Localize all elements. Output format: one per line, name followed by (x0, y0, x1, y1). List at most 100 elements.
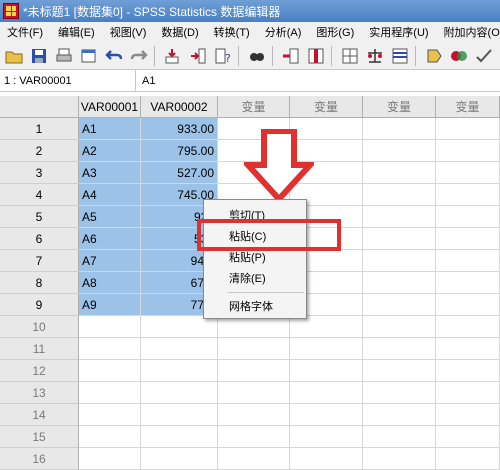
cell-var00002[interactable]: 527.00 (141, 162, 218, 184)
row-header[interactable]: 8 (0, 272, 79, 294)
empty-cell[interactable] (218, 338, 290, 360)
empty-cell[interactable] (290, 360, 363, 382)
column-header-variable[interactable]: 变量 (436, 96, 500, 118)
empty-cell[interactable] (141, 360, 218, 382)
goto-case-icon[interactable] (162, 45, 184, 67)
row-header[interactable]: 10 (0, 316, 79, 338)
row-header[interactable]: 5 (0, 206, 79, 228)
redo-icon[interactable] (128, 45, 150, 67)
cell-var00002[interactable]: 795.00 (141, 140, 218, 162)
empty-cell[interactable] (436, 404, 500, 426)
empty-cell[interactable] (363, 184, 436, 206)
empty-cell[interactable] (141, 404, 218, 426)
empty-cell[interactable] (436, 294, 500, 316)
row-header[interactable]: 4 (0, 184, 79, 206)
empty-cell[interactable] (436, 140, 500, 162)
empty-cell[interactable] (141, 316, 218, 338)
context-menu-grid-font[interactable]: 网格字体 (204, 296, 306, 316)
row-header[interactable]: 15 (0, 426, 79, 448)
empty-cell[interactable] (79, 360, 141, 382)
empty-cell[interactable] (290, 426, 363, 448)
empty-cell[interactable] (79, 404, 141, 426)
row-header[interactable]: 6 (0, 228, 79, 250)
empty-cell[interactable] (363, 448, 436, 470)
column-header-var00001[interactable]: VAR00001 (79, 96, 141, 118)
use-sets-icon[interactable] (448, 45, 470, 67)
row-header[interactable]: 16 (0, 448, 79, 470)
empty-cell[interactable] (141, 426, 218, 448)
row-header[interactable]: 3 (0, 162, 79, 184)
empty-cell[interactable] (79, 338, 141, 360)
empty-cell[interactable] (436, 316, 500, 338)
empty-cell[interactable] (363, 228, 436, 250)
empty-cell[interactable] (363, 426, 436, 448)
empty-cell[interactable] (436, 228, 500, 250)
insert-variable-icon[interactable] (305, 45, 327, 67)
empty-cell[interactable] (436, 118, 500, 140)
row-header[interactable]: 2 (0, 140, 79, 162)
weight-cases-icon[interactable] (364, 45, 386, 67)
empty-cell[interactable] (436, 360, 500, 382)
recall-dialog-icon[interactable] (78, 45, 100, 67)
row-header[interactable]: 12 (0, 360, 79, 382)
cell-var00001[interactable]: A1 (79, 118, 141, 140)
menu-utilities[interactable]: 实用程序(U) (362, 24, 436, 40)
empty-cell[interactable] (290, 404, 363, 426)
row-header[interactable]: 14 (0, 404, 79, 426)
empty-cell[interactable] (79, 316, 141, 338)
column-header-variable[interactable]: 变量 (218, 96, 290, 118)
column-header-var00002[interactable]: VAR00002 (141, 96, 218, 118)
open-icon[interactable] (3, 45, 25, 67)
select-cases-icon[interactable] (389, 45, 411, 67)
empty-cell[interactable] (141, 382, 218, 404)
menu-edit[interactable]: 编辑(E) (51, 24, 103, 40)
row-header[interactable]: 11 (0, 338, 79, 360)
cell-var00001[interactable]: A9 (79, 294, 141, 316)
empty-cell[interactable] (79, 426, 141, 448)
value-labels-icon[interactable] (423, 45, 445, 67)
column-header-variable[interactable]: 变量 (363, 96, 436, 118)
empty-cell[interactable] (218, 316, 290, 338)
empty-cell[interactable] (363, 338, 436, 360)
empty-cell[interactable] (436, 426, 500, 448)
empty-cell[interactable] (363, 140, 436, 162)
empty-cell[interactable] (436, 250, 500, 272)
empty-cell[interactable] (363, 250, 436, 272)
empty-cell[interactable] (290, 338, 363, 360)
print-icon[interactable] (53, 45, 75, 67)
empty-cell[interactable] (363, 272, 436, 294)
empty-cell[interactable] (436, 272, 500, 294)
cell-var00001[interactable]: A8 (79, 272, 141, 294)
empty-cell[interactable] (436, 338, 500, 360)
empty-cell[interactable] (436, 382, 500, 404)
save-icon[interactable] (28, 45, 50, 67)
row-header[interactable]: 1 (0, 118, 79, 140)
empty-cell[interactable] (218, 448, 290, 470)
empty-cell[interactable] (436, 184, 500, 206)
menu-transform[interactable]: 转换(T) (207, 24, 258, 40)
empty-cell[interactable] (218, 426, 290, 448)
split-file-icon[interactable] (339, 45, 361, 67)
empty-cell[interactable] (290, 316, 363, 338)
empty-cell[interactable] (79, 382, 141, 404)
empty-cell[interactable] (290, 382, 363, 404)
menu-graphs[interactable]: 图形(G) (309, 24, 362, 40)
row-header[interactable]: 7 (0, 250, 79, 272)
cell-var00001[interactable]: A5 (79, 206, 141, 228)
empty-cell[interactable] (436, 206, 500, 228)
menu-view[interactable]: 视图(V) (103, 24, 155, 40)
cell-var00002[interactable]: 933.00 (141, 118, 218, 140)
cell-var00001[interactable]: A3 (79, 162, 141, 184)
empty-cell[interactable] (141, 338, 218, 360)
empty-cell[interactable] (436, 448, 500, 470)
menu-analyze[interactable]: 分析(A) (258, 24, 310, 40)
empty-cell[interactable] (218, 382, 290, 404)
empty-cell[interactable] (141, 448, 218, 470)
empty-cell[interactable] (79, 448, 141, 470)
context-menu-clear[interactable]: 清除(E) (204, 268, 306, 288)
menu-file[interactable]: 文件(F) (0, 24, 51, 40)
undo-icon[interactable] (103, 45, 125, 67)
cell-value-input[interactable]: A1 (142, 75, 155, 87)
variables-icon[interactable]: ? (212, 45, 234, 67)
goto-variable-icon[interactable] (187, 45, 209, 67)
